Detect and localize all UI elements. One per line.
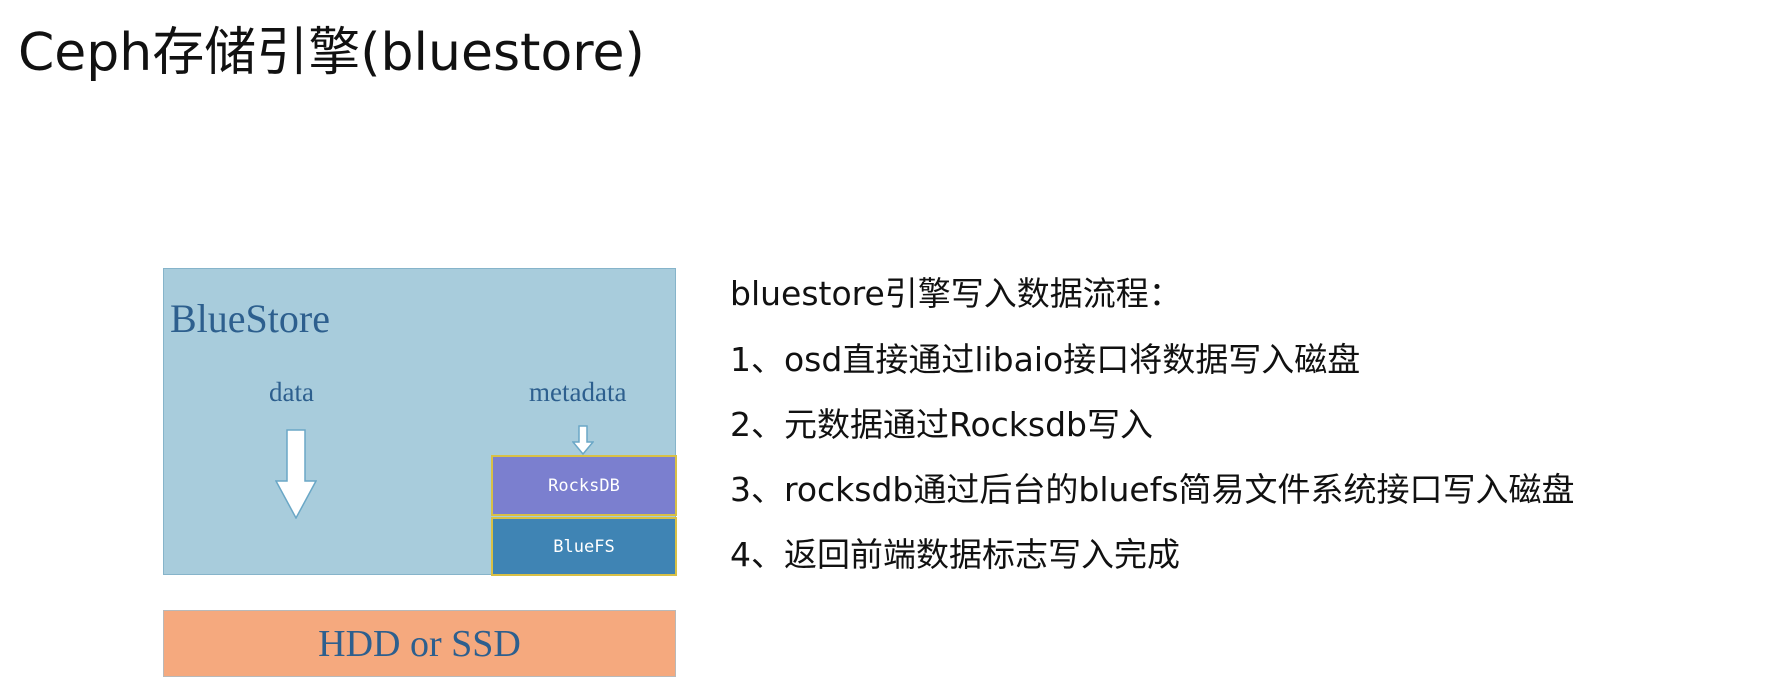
write-flow-steps: bluestore引擎写入数据流程： 1、osd直接通过libaio接口将数据写… <box>730 272 1575 598</box>
step-item-4: 4、返回前端数据标志写入完成 <box>730 535 1180 574</box>
step-item-2: 2、元数据通过Rocksdb写入 <box>730 405 1153 444</box>
page-title: Ceph存储引擎(bluestore) <box>18 23 645 83</box>
bluestore-container: BlueStore data metadata RocksDB BlueFS <box>163 268 677 576</box>
metadata-label: metadata <box>529 377 627 407</box>
data-down-arrow-icon <box>275 429 317 519</box>
bluefs-block: BlueFS <box>491 517 677 576</box>
steps-heading: bluestore引擎写入数据流程： <box>730 274 1182 313</box>
data-label: data <box>269 377 314 407</box>
step-item-3: 3、rocksdb通过后台的bluefs简易文件系统接口写入磁盘 <box>730 470 1575 509</box>
bluestore-label: BlueStore <box>170 296 330 341</box>
rocksdb-block: RocksDB <box>491 455 677 516</box>
step-item-1: 1、osd直接通过libaio接口将数据写入磁盘 <box>730 340 1361 379</box>
disk-block: HDD or SSD <box>163 610 676 677</box>
metadata-down-arrow-icon <box>572 425 594 455</box>
